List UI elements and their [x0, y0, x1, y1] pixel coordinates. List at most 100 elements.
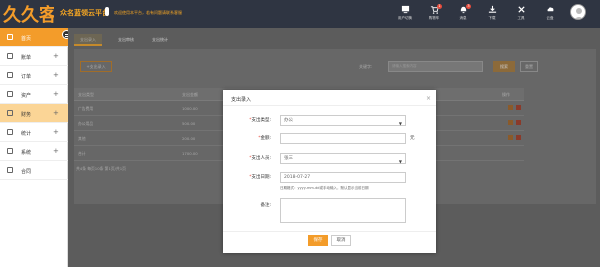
search-input[interactable]: 请输入搜索内容: [388, 61, 483, 72]
tab-expense-stats[interactable]: 支出统计: [152, 34, 168, 46]
delete-icon[interactable]: [516, 120, 521, 125]
table-cell: 其他: [78, 136, 86, 141]
expense-type-select[interactable]: 办公 ▼: [280, 115, 406, 126]
sidebar-item-stats[interactable]: 统计 +: [0, 123, 68, 142]
header-item-messages[interactable]: 3 消息: [450, 3, 476, 25]
notice-text: 欢迎使用本平台，若有问题请联系客服: [114, 10, 182, 15]
select-value: 办公: [284, 118, 293, 123]
expand-icon[interactable]: +: [53, 147, 59, 155]
dialog-footer-divider: [223, 231, 436, 232]
add-expense-button[interactable]: +支出录入: [80, 61, 112, 72]
person-select[interactable]: 张三 ▼: [280, 153, 406, 164]
brand-name: 众名蓝领云平台: [60, 9, 109, 17]
sidebar-item-order[interactable]: 订单 +: [0, 66, 68, 85]
microphone-icon: [105, 7, 109, 16]
person-label: *支出人员:: [239, 155, 271, 161]
table-cell: 200.00: [182, 136, 196, 141]
sidebar-item-bill[interactable]: 账单 +: [0, 47, 68, 66]
field-label-text: 支出人员:: [251, 156, 271, 161]
edit-icon[interactable]: [508, 105, 513, 110]
select-value: 张三: [284, 156, 293, 161]
note-textarea[interactable]: [280, 198, 406, 223]
column-header: 支出类型: [78, 92, 94, 97]
logo[interactable]: 久久客: [2, 2, 54, 26]
asset-icon: [7, 91, 13, 97]
sidebar-item-label: 订单: [21, 74, 32, 80]
expand-icon[interactable]: +: [53, 90, 59, 98]
order-icon: [7, 72, 13, 78]
field-label-text: 金额:: [260, 136, 271, 141]
chart-icon: [7, 129, 13, 135]
reset-button[interactable]: 重置: [520, 61, 538, 72]
chevron-down-icon: ▼: [398, 159, 402, 164]
search-button[interactable]: 搜索: [493, 61, 515, 72]
download-icon: [488, 5, 496, 13]
sidebar-item-label: 统计: [21, 131, 32, 137]
expand-icon[interactable]: +: [53, 109, 59, 117]
date-hint: 日期格式：yyyy-mm-dd或手动输入，默认显示当前日期: [280, 186, 369, 190]
sidebar-item-label: 资产: [21, 93, 32, 99]
table-cell: 1000.00: [182, 106, 198, 111]
expand-icon[interactable]: +: [53, 71, 59, 79]
sidebar-item-label: 账单: [21, 55, 32, 61]
sidebar-item-system[interactable]: 系统 +: [0, 142, 68, 161]
expense-entry-dialog: 支出录入 × *支出类型: 办公 ▼ *金额: 元 *支出人员: 张三 ▼ *支…: [223, 90, 436, 253]
header-item-label: 下载: [488, 16, 496, 20]
cancel-button[interactable]: 取消: [331, 235, 351, 246]
header-item-switch-user[interactable]: 用户切换: [392, 3, 418, 25]
delete-icon[interactable]: [516, 105, 521, 110]
pagination-info: 共4条 每页10条 第1页/共1页: [76, 166, 126, 171]
sidebar-item-label: 合同: [21, 169, 32, 175]
edit-icon[interactable]: [508, 120, 513, 125]
amount-input[interactable]: [280, 133, 406, 144]
table-cell: 广告费用: [78, 106, 94, 111]
header-item-download[interactable]: 下载: [479, 3, 505, 25]
field-label-text: 支出类型:: [251, 118, 271, 123]
close-icon[interactable]: ×: [426, 95, 431, 102]
sidebar-item-contract[interactable]: 合同: [0, 161, 68, 180]
top-header: 久久客 众名蓝领云平台 欢迎使用本平台，若有问题请联系客服 用户切换 1 购物车…: [0, 0, 600, 28]
amount-unit: 元: [410, 136, 415, 141]
expense-type-label: *支出类型:: [239, 117, 271, 123]
sidebar-item-label: 系统: [21, 150, 32, 156]
header-item-cloud[interactable]: 云盘: [537, 3, 563, 25]
save-button[interactable]: 保存: [308, 235, 328, 246]
user-avatar[interactable]: [570, 4, 586, 20]
search-label: 关键字:: [359, 64, 373, 69]
svg-text:久久客: 久久客: [3, 4, 54, 26]
bill-icon: [7, 53, 13, 59]
delete-icon[interactable]: [516, 135, 521, 140]
date-input[interactable]: 2018-07-27: [280, 172, 406, 183]
expand-icon[interactable]: +: [53, 128, 59, 136]
field-label-text: 支出日期:: [251, 175, 271, 180]
header-item-label: 购物车: [428, 16, 440, 20]
date-label: *支出日期:: [239, 174, 271, 180]
note-label: 备注:: [260, 203, 271, 208]
settings-icon: [7, 148, 13, 154]
table-cell: 1700.00: [182, 151, 198, 156]
expand-icon[interactable]: +: [53, 52, 59, 60]
header-item-label: 消息: [459, 16, 467, 20]
sidebar-item-label: 首页: [21, 36, 32, 42]
cloud-icon: [547, 7, 553, 12]
sidebar-item-finance[interactable]: 财务 +: [0, 104, 68, 123]
column-header: 支出金额: [182, 92, 198, 97]
sidebar-item-home[interactable]: 首页: [0, 28, 68, 47]
table-cell: 合计: [78, 151, 86, 156]
dialog-header: 支出录入 ×: [223, 90, 436, 106]
switch-user-icon: [401, 5, 409, 14]
column-header: 操作: [502, 92, 510, 97]
cart-badge: 1: [437, 4, 442, 9]
sidebar-item-asset[interactable]: 资产 +: [0, 85, 68, 104]
sidebar-item-label: 财务: [21, 112, 32, 118]
header-item-label: 工具: [517, 16, 525, 20]
amount-label: *金额:: [239, 135, 271, 141]
chevron-down-icon: ▼: [398, 121, 402, 126]
edit-icon[interactable]: [508, 135, 513, 140]
tab-expense-audit[interactable]: 支出审核: [118, 34, 134, 46]
header-item-tools[interactable]: 工具: [508, 3, 534, 25]
avatar-icon: [574, 8, 584, 19]
tab-expense-entry[interactable]: 支出录入: [74, 34, 102, 46]
header-item-cart[interactable]: 1 购物车: [421, 3, 447, 25]
table-cell: 办公用品: [78, 121, 94, 126]
